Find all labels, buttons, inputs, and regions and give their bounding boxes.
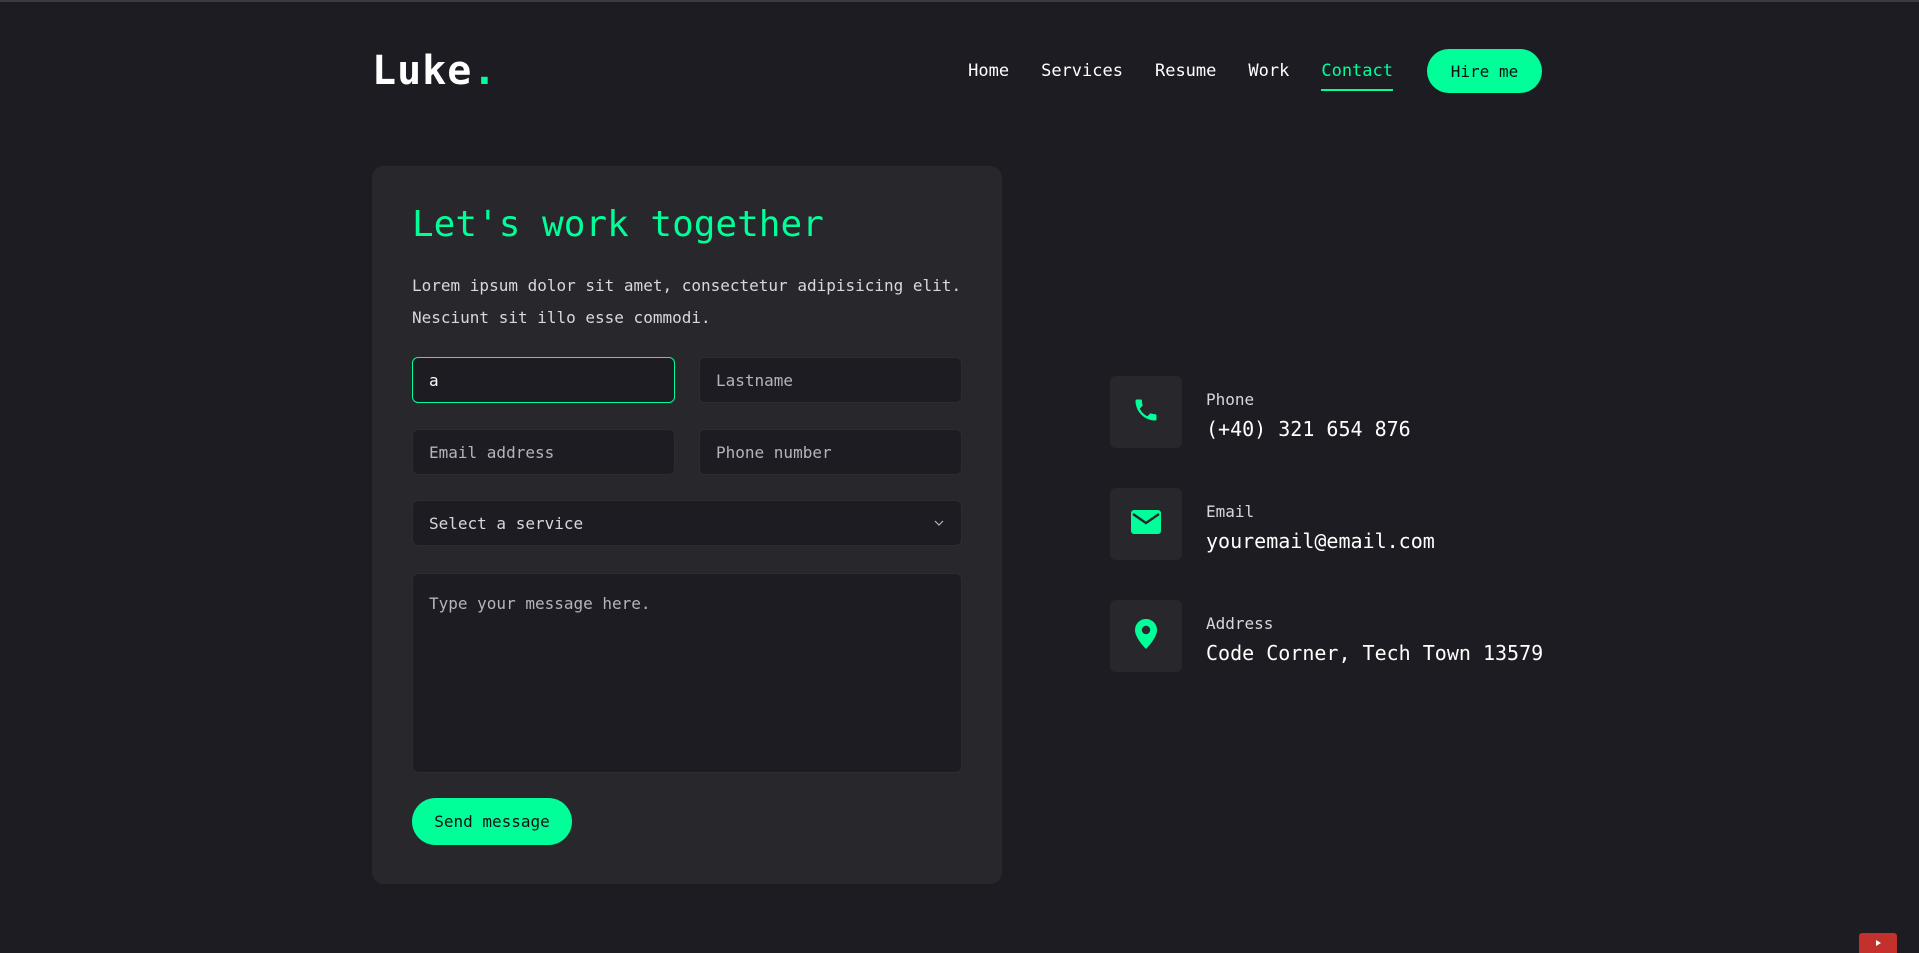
nav-link-home[interactable]: Home — [968, 61, 1009, 87]
email-input[interactable] — [412, 429, 675, 475]
main-nav: Home Services Resume Work Contact Hire m… — [968, 49, 1542, 93]
form-title: Let's work together — [412, 204, 824, 245]
map-pin-icon — [1135, 619, 1157, 653]
info-item-phone: Phone (+40) 321 654 876 — [1110, 376, 1550, 488]
logo[interactable]: Luke. — [372, 48, 497, 94]
service-select-label: Select a service — [429, 513, 584, 533]
envelope-icon-box — [1110, 488, 1182, 560]
phone-icon-box — [1110, 376, 1182, 448]
message-textarea[interactable] — [412, 573, 962, 773]
email-value: youremail@email.com — [1206, 529, 1435, 553]
logo-text: Luke — [372, 48, 473, 94]
nav-link-contact[interactable]: Contact — [1321, 61, 1393, 91]
chevron-down-icon — [933, 517, 945, 529]
info-item-email: Email youremail@email.com — [1110, 488, 1550, 600]
phone-value: (+40) 321 654 876 — [1206, 417, 1411, 441]
info-item-address: Address Code Corner, Tech Town 13579 — [1110, 600, 1550, 712]
address-value: Code Corner, Tech Town 13579 — [1206, 641, 1544, 665]
send-message-button[interactable]: Send message — [412, 798, 572, 845]
address-label: Address — [1206, 614, 1274, 633]
site-header: Luke. Home Services Resume Work Contact … — [372, 48, 1542, 94]
contact-form-card: Let's work together Lorem ipsum dolor si… — [372, 166, 1002, 884]
firstname-input[interactable] — [412, 357, 675, 403]
nav-link-resume[interactable]: Resume — [1155, 61, 1216, 87]
contact-info-list: Phone (+40) 321 654 876 Email youremail@… — [1110, 376, 1550, 712]
hire-me-button[interactable]: Hire me — [1427, 49, 1542, 93]
service-select[interactable]: Select a service — [412, 500, 962, 546]
nav-link-work[interactable]: Work — [1248, 61, 1289, 87]
top-border — [0, 0, 1919, 2]
envelope-icon — [1131, 510, 1161, 538]
youtube-icon — [1859, 933, 1897, 953]
map-pin-icon-box — [1110, 600, 1182, 672]
form-description: Lorem ipsum dolor sit amet, consectetur … — [412, 276, 962, 327]
nav-link-services[interactable]: Services — [1041, 61, 1123, 87]
email-label: Email — [1206, 502, 1255, 521]
phone-icon — [1132, 396, 1160, 428]
phone-input[interactable] — [699, 429, 962, 475]
phone-label: Phone — [1206, 390, 1255, 409]
lastname-input[interactable] — [699, 357, 962, 403]
logo-dot: . — [472, 48, 498, 94]
